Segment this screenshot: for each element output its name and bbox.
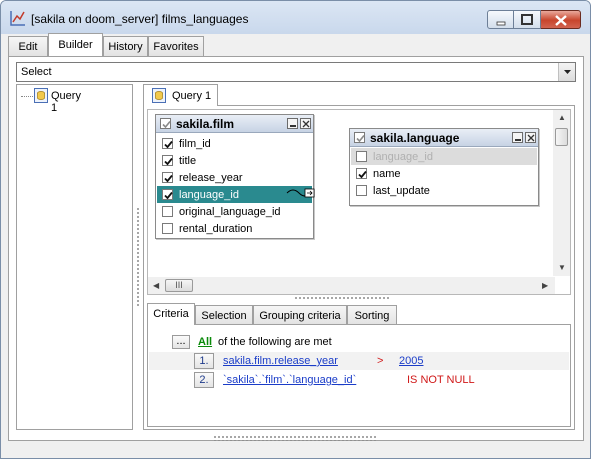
- query-icon: [34, 88, 48, 103]
- criteria-row-number-button[interactable]: 2.: [194, 372, 214, 388]
- diagram-canvas[interactable]: sakila.film film_id title release_year l…: [147, 109, 571, 295]
- field-row-highlighted[interactable]: language_id: [351, 148, 537, 165]
- query-builder-app-icon: [10, 11, 25, 26]
- tree-connector-line: [21, 96, 33, 97]
- field-row[interactable]: name: [351, 165, 537, 182]
- field-checkbox[interactable]: [162, 138, 173, 149]
- scroll-right-icon[interactable]: ▶: [542, 281, 548, 290]
- criteria-panel: ... All of the following are met 1. saki…: [147, 324, 571, 427]
- vertical-splitter-handle[interactable]: [136, 207, 141, 307]
- scroll-thumb[interactable]: III: [165, 279, 193, 292]
- field-checkbox[interactable]: [162, 155, 173, 166]
- close-table-icon[interactable]: [300, 118, 311, 129]
- criteria-operator-link[interactable]: IS NOT NULL: [407, 374, 475, 386]
- horizontal-splitter-handle[interactable]: [294, 296, 389, 301]
- field-row[interactable]: title: [157, 152, 312, 169]
- criteria-options-button[interactable]: ...: [172, 335, 190, 349]
- criteria-row: 1. sakila.film.release_year > 2005: [149, 352, 569, 370]
- tab-query-1[interactable]: Query 1: [143, 84, 218, 106]
- criteria-row-number-button[interactable]: 1.: [194, 353, 214, 369]
- chevron-down-icon[interactable]: [558, 63, 575, 81]
- field-checkbox[interactable]: [356, 168, 367, 179]
- drag-link-cursor-icon: [286, 188, 315, 198]
- scroll-left-icon[interactable]: ◀: [153, 281, 159, 290]
- query-icon: [152, 88, 166, 103]
- query-type-select[interactable]: Select: [16, 62, 576, 82]
- match-mode-text: of the following are met: [218, 336, 332, 348]
- field-row[interactable]: release_year: [157, 169, 312, 186]
- tab-criteria[interactable]: Criteria: [147, 303, 195, 325]
- table-box-language[interactable]: sakila.language language_id name last_up…: [349, 128, 539, 206]
- field-row[interactable]: film_id: [157, 135, 312, 152]
- table-box-film[interactable]: sakila.film film_id title release_year l…: [155, 114, 315, 239]
- table-select-all-checkbox[interactable]: [160, 118, 171, 129]
- tab-builder[interactable]: Builder: [48, 33, 103, 56]
- table-title: sakila.language: [370, 131, 460, 145]
- minimize-table-icon[interactable]: [512, 132, 523, 143]
- tab-favorites[interactable]: Favorites: [148, 36, 204, 56]
- tab-selection[interactable]: Selection: [195, 305, 253, 324]
- query-editor-area: sakila.film film_id title release_year l…: [143, 105, 575, 430]
- tab-grouping-criteria[interactable]: Grouping criteria: [253, 305, 347, 324]
- bottom-splitter-handle[interactable]: [213, 435, 378, 441]
- minimize-button[interactable]: [487, 10, 514, 29]
- minimize-table-icon[interactable]: [287, 118, 298, 129]
- tab-history[interactable]: History: [103, 36, 148, 56]
- close-button[interactable]: [541, 10, 581, 29]
- maximize-button[interactable]: [514, 10, 541, 29]
- diagram-horizontal-scrollbar[interactable]: ◀ III ▶: [148, 277, 555, 294]
- criteria-header-row: ... All of the following are met: [149, 333, 569, 351]
- scroll-thumb[interactable]: [555, 128, 568, 146]
- field-checkbox[interactable]: [162, 223, 173, 234]
- tab-sorting[interactable]: Sorting: [347, 305, 397, 324]
- maximize-icon: [521, 14, 533, 25]
- table-header[interactable]: sakila.film: [156, 115, 313, 133]
- query-type-value: Select: [21, 66, 52, 78]
- title-bar[interactable]: [sakila on doom_server] films_languages: [1, 1, 590, 34]
- field-row[interactable]: original_language_id: [157, 203, 312, 220]
- diagram-vertical-scrollbar[interactable]: ▲ ▼: [553, 110, 570, 276]
- tab-edit[interactable]: Edit: [8, 36, 48, 56]
- table-title: sakila.film: [176, 117, 235, 131]
- field-checkbox[interactable]: [356, 185, 367, 196]
- scroll-down-icon[interactable]: ▼: [558, 263, 566, 272]
- close-icon: [555, 15, 567, 26]
- field-row[interactable]: rental_duration: [157, 220, 312, 237]
- scroll-up-icon[interactable]: ▲: [558, 113, 566, 122]
- field-checkbox[interactable]: [356, 151, 367, 162]
- builder-panel: Select Query 1 Query 1 sakila.film film_…: [8, 56, 584, 441]
- window-title: [sakila on doom_server] films_languages: [31, 12, 249, 26]
- criteria-value-link[interactable]: 2005: [399, 355, 423, 367]
- close-table-icon[interactable]: [525, 132, 536, 143]
- app-window: [sakila on doom_server] films_languages …: [0, 0, 591, 459]
- field-checkbox[interactable]: [162, 206, 173, 217]
- criteria-operator-link[interactable]: >: [377, 355, 383, 367]
- field-checkbox[interactable]: [162, 189, 173, 200]
- match-mode-link[interactable]: All: [198, 336, 212, 348]
- criteria-field-link[interactable]: sakila.film.release_year: [223, 355, 338, 367]
- query-tree: Query 1: [16, 84, 133, 430]
- field-checkbox[interactable]: [162, 172, 173, 183]
- table-select-all-checkbox[interactable]: [354, 132, 365, 143]
- minimize-icon: [496, 21, 506, 26]
- criteria-field-link[interactable]: `sakila`.`film`.`language_id`: [223, 374, 356, 386]
- table-header[interactable]: sakila.language: [350, 129, 538, 147]
- criteria-row: 2. `sakila`.`film`.`language_id` IS NOT …: [149, 371, 569, 389]
- field-row[interactable]: last_update: [351, 182, 537, 199]
